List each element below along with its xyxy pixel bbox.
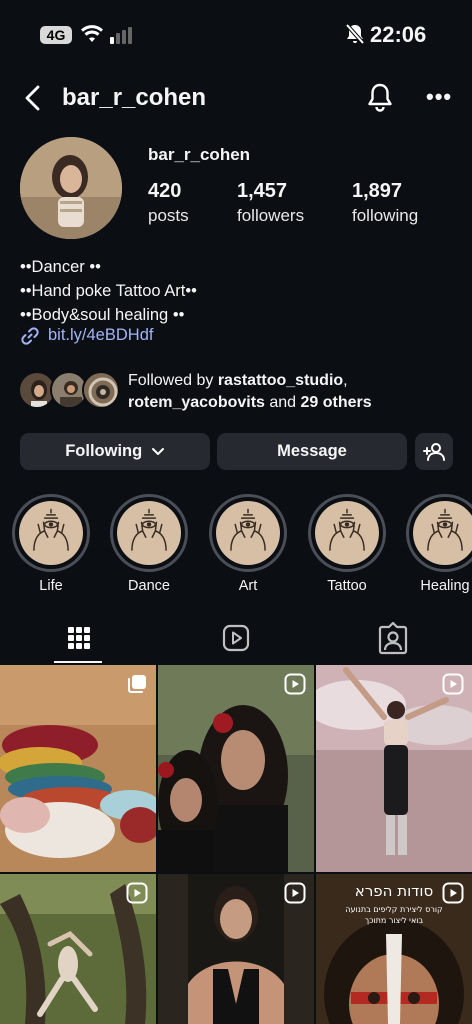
active-tab-indicator <box>54 661 102 663</box>
grid-post[interactable]: סודות הפרא קורס ליצירת קליפים בתנועה בוא… <box>316 874 472 1024</box>
status-bar: 4G 22:06 <box>0 0 472 62</box>
mutual-user-link[interactable]: rastattoo_studio <box>218 372 343 389</box>
reel-icon <box>442 882 464 904</box>
mutual-avatar <box>82 371 120 409</box>
followed-by-conjunction: and <box>264 394 301 411</box>
link-icon <box>21 327 39 345</box>
highlight-cover <box>117 501 181 565</box>
followed-by-prefix: Followed by <box>128 372 218 389</box>
reel-icon <box>284 882 306 904</box>
grid-icon <box>68 627 90 649</box>
post-subtitle: קורס ליצירת קליפים בתנועה <box>345 905 443 914</box>
highlight-label: Healing <box>420 578 470 594</box>
highlight-cover <box>315 501 379 565</box>
posts-count: 420 <box>148 180 182 202</box>
following-stat[interactable]: 1,897 following <box>352 180 418 226</box>
highlight-art[interactable]: Art <box>209 494 287 594</box>
tab-reels[interactable] <box>211 620 261 660</box>
highlight-label: Tattoo <box>327 578 367 594</box>
tab-posts-grid[interactable] <box>54 620 104 660</box>
notifications-bell-icon[interactable] <box>366 82 394 112</box>
highlight-ring <box>209 494 287 572</box>
posts-stat[interactable]: 420 posts <box>148 180 189 226</box>
following-count: 1,897 <box>352 180 403 202</box>
page-title: bar_r_cohen <box>62 84 207 111</box>
bio-line: ••Dancer •• <box>20 258 101 276</box>
tagged-person-icon <box>378 621 408 655</box>
reels-icon <box>222 624 250 652</box>
bio-link-text[interactable]: bit.ly/4eBDHdf <box>48 326 153 345</box>
followers-stat[interactable]: 1,457 followers <box>237 180 304 226</box>
highlight-life[interactable]: Life <box>12 494 90 594</box>
carousel-icon <box>128 675 146 693</box>
highlight-cover <box>19 501 83 565</box>
highlight-label: Art <box>238 578 258 594</box>
network-badge: 4G <box>40 26 72 44</box>
grid-post[interactable] <box>158 665 314 872</box>
reel-icon <box>126 882 148 904</box>
posts-grid: סודות הפרא קורס ליצירת קליפים בתנועה בוא… <box>0 665 472 1024</box>
mutual-user-link[interactable]: rotem_yacobovits <box>128 394 265 411</box>
profile-username: bar_r_cohen <box>148 145 251 164</box>
grid-post[interactable] <box>0 874 156 1024</box>
following-label: following <box>352 206 419 225</box>
following-button-label: Following <box>65 442 143 460</box>
avatar-photo <box>20 137 122 239</box>
highlight-ring <box>110 494 188 572</box>
highlight-cover <box>413 501 472 565</box>
message-button[interactable]: Message <box>217 433 407 470</box>
highlight-healing[interactable]: Healing <box>406 494 472 594</box>
message-button-label: Message <box>277 442 347 460</box>
profile-bio: ••Dancer •• ••Hand poke Tattoo Art•• ••B… <box>20 255 197 327</box>
post-title: סודות הפרא <box>355 882 433 900</box>
highlight-cover <box>216 501 280 565</box>
more-options-icon[interactable]: ••• <box>426 84 452 110</box>
highlight-tattoo[interactable]: Tattoo <box>308 494 386 594</box>
mutual-followers-avatars[interactable] <box>18 371 122 411</box>
grid-post[interactable] <box>0 665 156 872</box>
post-thumbnail <box>0 665 156 872</box>
suggested-users-button[interactable] <box>415 433 453 470</box>
highlight-dance[interactable]: Dance <box>110 494 188 594</box>
bio-line: ••Body&soul healing •• <box>20 306 185 324</box>
bell-slash-icon <box>345 23 365 45</box>
profile-header: bar_r_cohen ••• <box>0 72 472 124</box>
followed-by-text[interactable]: Followed by rastattoo_studio, rotem_yaco… <box>128 370 468 414</box>
bio-line: ••Hand poke Tattoo Art•• <box>20 282 197 300</box>
grid-post[interactable] <box>158 874 314 1024</box>
cellular-bars-icon <box>110 27 132 44</box>
add-person-icon <box>423 442 445 461</box>
back-arrow-icon[interactable] <box>22 84 44 112</box>
post-subtitle-2: בואי ליצור מתוכך <box>365 916 424 925</box>
clock: 22:06 <box>370 22 427 47</box>
tab-tagged[interactable] <box>368 620 418 660</box>
posts-label: posts <box>148 206 189 225</box>
mutual-others-link[interactable]: 29 others <box>301 394 372 411</box>
reel-icon <box>442 673 464 695</box>
highlight-ring <box>308 494 386 572</box>
profile-avatar[interactable] <box>20 137 122 239</box>
followed-by-separator: , <box>343 372 348 389</box>
followers-count: 1,457 <box>237 180 288 202</box>
followers-label: followers <box>237 206 305 225</box>
post-thumbnail <box>158 665 314 872</box>
highlight-label: Dance <box>128 578 170 594</box>
following-button[interactable]: Following <box>20 433 210 470</box>
post-thumbnail <box>316 665 472 872</box>
highlight-ring <box>406 494 472 572</box>
chevron-down-icon <box>151 447 164 455</box>
reel-icon <box>284 673 306 695</box>
grid-post[interactable] <box>316 665 472 872</box>
highlight-ring <box>12 494 90 572</box>
highlight-label: Life <box>39 578 63 594</box>
wifi-icon <box>81 25 103 42</box>
